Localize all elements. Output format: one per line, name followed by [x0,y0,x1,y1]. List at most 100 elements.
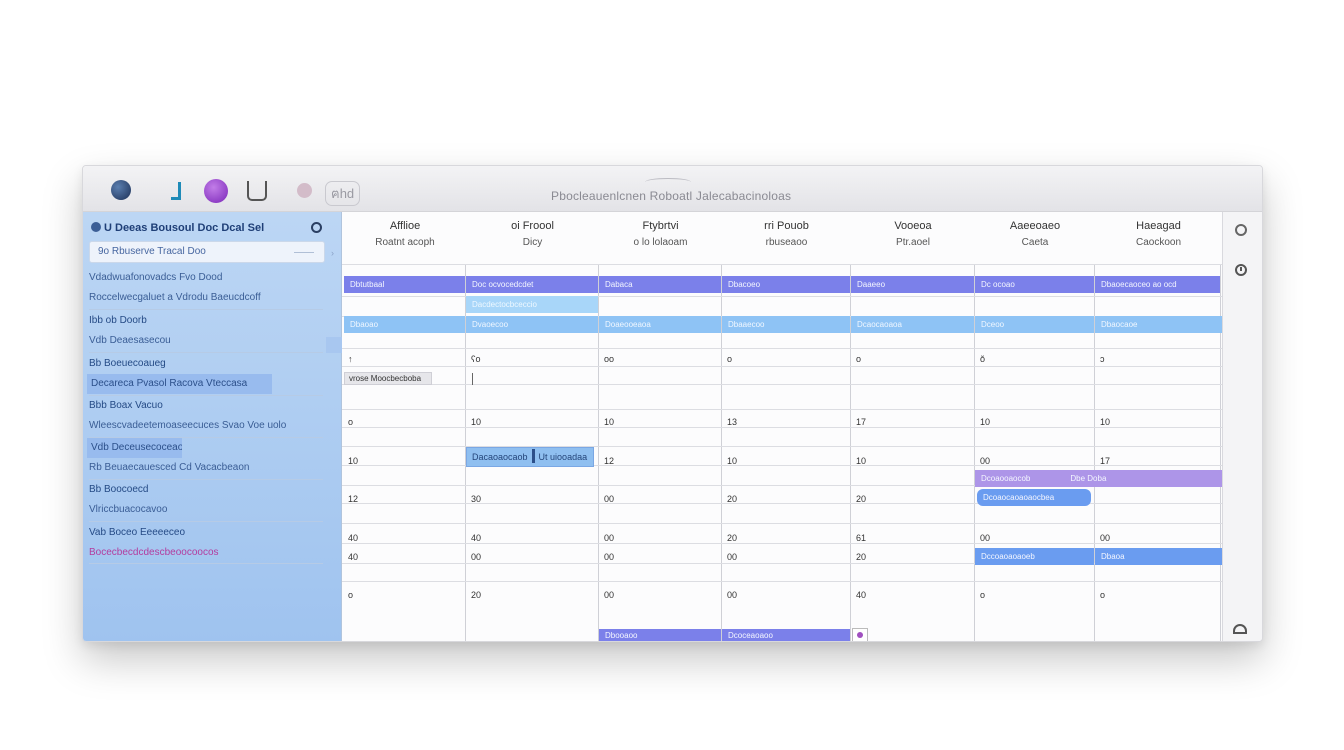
sidebar-group[interactable]: Ibb ob Doorb Vdb Deaesasecou [83,311,323,351]
date-number[interactable]: o [727,354,732,364]
date-number[interactable]: 00 [980,456,990,466]
date-number[interactable]: 00 [471,552,481,562]
calendar-event[interactable]: Dbaoecaoceo ao ocd [1095,276,1220,293]
date-number[interactable]: 61 [856,533,866,543]
sidebar-item[interactable]: Vlriccbuacocavoo [83,500,323,520]
sidebar-item[interactable]: Vdadwuafonovadcs Fvo Dood [83,268,323,288]
calendar-event[interactable]: Dceoo [975,316,1094,333]
corner-icon[interactable] [171,182,181,200]
date-number[interactable]: 12 [348,494,358,504]
date-number[interactable]: 10 [1100,417,1110,427]
date-number[interactable]: 17 [856,417,866,427]
date-number[interactable]: 10 [727,456,737,466]
calendar-event[interactable]: Dabaca [599,276,721,293]
date-number[interactable]: ʕo [471,354,481,364]
dot-icon[interactable] [297,183,312,198]
day-header[interactable]: Afflioe Roatnt acoph [344,220,466,248]
toolbar-label[interactable]: ฅhd [325,181,361,206]
date-number[interactable]: 17 [1100,456,1110,466]
date-number[interactable]: 10 [348,456,358,466]
date-number[interactable]: 00 [604,590,614,600]
refresh-icon[interactable] [311,222,322,233]
date-number[interactable]: o [856,354,861,364]
date-number[interactable]: 00 [604,552,614,562]
circle-icon[interactable] [1235,224,1247,236]
date-number[interactable]: o [980,590,985,600]
calendar-event[interactable]: Dbaoao [344,316,465,333]
date-number[interactable]: 00 [727,590,737,600]
sidebar-item[interactable]: Wleescvadeetemoaseecuces Svao Voe uolo [83,416,323,436]
day-header[interactable]: Vooeoa Ptr.aoel [851,220,975,248]
sidebar-item[interactable]: Bb Boocoecd [83,480,323,500]
date-number[interactable]: 00 [604,494,614,504]
sidebar-item-selected[interactable]: Decareca Pvasol Racova Vteccasa [87,374,272,394]
calendar-event[interactable]: Dccoaoaoaoeb [975,548,1094,565]
event-marker-icon[interactable] [852,628,868,641]
expand-icon[interactable] [1233,624,1247,634]
date-number[interactable]: 10 [604,417,614,427]
calendar-event[interactable]: Dbaoa [1095,548,1222,565]
calendar-event[interactable]: Dcoaooaocob Dbe Doba [975,470,1222,487]
calendar-event[interactable]: Dc ocoao [975,276,1094,293]
day-header[interactable]: Ftybrtvi o lo lolaoam [599,220,722,248]
date-number[interactable]: 00 [1100,533,1110,543]
clock-icon[interactable] [1235,264,1247,276]
calendar-event[interactable]: Dcoceaoaoo [722,629,850,641]
calendar-event[interactable]: Dbaaecoo [722,316,850,333]
day-header[interactable]: oi Froool Dicy [466,220,599,248]
sidebar-item[interactable]: Vab Boceo Eeeeeceo [83,523,323,543]
date-number[interactable]: 40 [471,533,481,543]
cup-icon[interactable] [247,181,267,201]
sidebar-group[interactable]: Vab Boceo Eeeeeceo Bocecbecdcdescbeoocoo… [83,523,323,563]
sidebar-item[interactable]: Bocecbecdcdescbeoocoocos [83,543,323,563]
date-number[interactable]: 40 [348,552,358,562]
date-number[interactable]: ɔ [1100,354,1105,364]
sidebar-item[interactable]: Bbb Boax Vacuo [83,396,323,416]
sidebar-group[interactable]: Bb Boocoecd Vlriccbuacocavoo [83,480,323,520]
date-number[interactable]: 13 [727,417,737,427]
calendar-event-selected[interactable]: Dacaoaocaob Ut uiooadaa [466,447,594,467]
date-number[interactable]: o [1100,590,1105,600]
date-number[interactable]: 10 [856,456,866,466]
date-number[interactable]: oo [604,354,614,364]
date-number[interactable]: ŏ [980,354,985,364]
sidebar-group[interactable]: Bbb Boax Vacuo Wleescvadeetemoaseecuces … [83,396,323,436]
scroll-thumb[interactable] [326,337,342,353]
date-number[interactable]: 00 [604,533,614,543]
calendar-event[interactable]: Dbaocaoe [1095,316,1222,333]
calendar-event[interactable]: Dcoaocaoaoaocbea [977,489,1091,506]
day-header[interactable]: Aaeeoaeo Caeta [975,220,1095,248]
chevron-right-icon[interactable]: › [331,248,334,258]
sidebar-item[interactable]: Ibb ob Doorb [83,311,323,331]
sidebar-item[interactable]: Bb Boeuecoaueg [83,354,323,374]
date-number[interactable]: 12 [604,456,614,466]
calendar-event[interactable]: Daaeeo [851,276,974,293]
calendar-event[interactable]: Doc ocvocedcdet [466,276,598,293]
date-number[interactable]: 20 [856,494,866,504]
sidebar-group[interactable]: Bb Boeuecoaueg Decareca Pvasol Racova Vt… [83,354,323,394]
sidebar-item[interactable]: Rb Beuaecauesced Cd Vacacbeaon [83,458,323,478]
date-number[interactable]: 20 [727,494,737,504]
sidebar-item[interactable]: Roccelwecgaluet a Vdrodu Baeucdcoff [83,288,323,308]
calendar-event[interactable]: Dacdectocbceccio [466,296,598,313]
date-number[interactable]: ↑ [348,354,353,364]
date-number[interactable]: o [348,417,353,427]
calendar-event[interactable]: Doaeooeaoa [599,316,721,333]
date-number[interactable]: 10 [471,417,481,427]
date-number[interactable]: 20 [727,533,737,543]
day-header[interactable]: rri Pouob rbuseaoo [722,220,851,248]
calendar-event[interactable]: Dbtutbaal [344,276,465,293]
calendar-event[interactable]: Dvaoecoo [466,316,598,333]
calendar-event[interactable]: Dbooaoo [599,629,721,641]
gem-icon[interactable] [204,179,228,203]
search-input[interactable]: 9o Rbuserve Tracal Doo [89,241,325,263]
date-number[interactable]: o [348,590,353,600]
date-number[interactable]: 40 [348,533,358,543]
calendar-event[interactable]: Dbacoeo [722,276,850,293]
date-number[interactable]: 20 [471,590,481,600]
sidebar-group[interactable]: Vdadwuafonovadcs Fvo Dood Roccelwecgalue… [83,268,323,308]
globe-icon[interactable] [111,180,131,200]
date-number[interactable]: 40 [856,590,866,600]
sidebar-item-selected[interactable]: Vdb Deceusecoceao [87,438,182,458]
date-number[interactable]: 20 [856,552,866,562]
